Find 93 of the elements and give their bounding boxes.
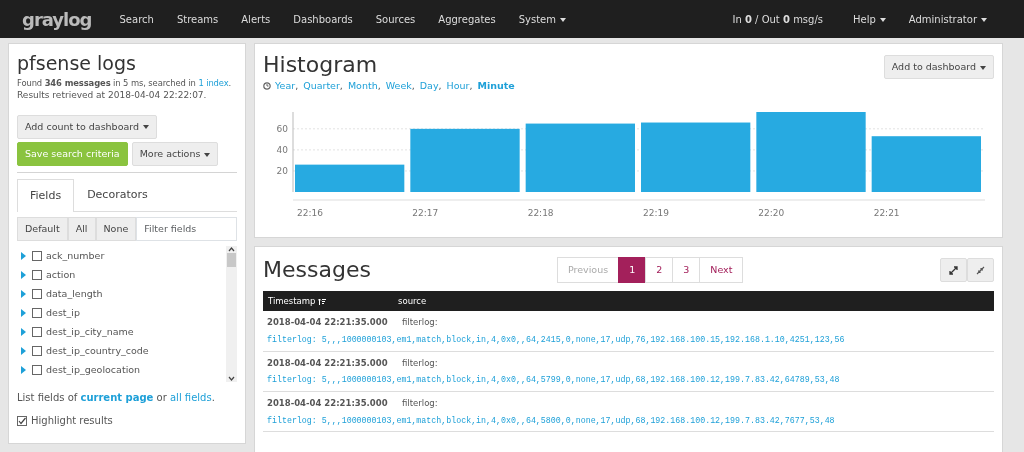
histogram-bar[interactable] (525, 123, 635, 192)
nav-link[interactable]: Search (119, 11, 154, 27)
nav-link[interactable]: Streams (176, 11, 219, 27)
tab[interactable]: Decorators (74, 179, 161, 211)
column-header[interactable]: source (398, 295, 427, 308)
nav-link[interactable]: Dashboards (293, 11, 353, 27)
separator-text: , (469, 79, 473, 94)
field-name: dest_ip_country_code (46, 343, 149, 358)
checkbox[interactable] (32, 269, 42, 280)
checkbox[interactable] (32, 345, 42, 356)
checkbox[interactable] (32, 288, 42, 299)
x-tick-label: 22:20 (758, 207, 785, 218)
message-text: filterlog: 5,,,1000000103,em1,match,block,in,4,0x0,,64,2415,0,none,17,udp,76,192.168.100.15,192.168.1.10,4251,123,56 (267, 334, 846, 347)
messages-title: Messages (263, 257, 372, 284)
caret-icon (981, 17, 987, 22)
summary-text: Found 346 messages in 5 ms, searched in 1 index. (17, 76, 233, 90)
timestamp-text: 2018-04-04 22:21:35.000 (267, 396, 389, 410)
separator-text: , (438, 79, 442, 94)
timestamp-text: 2018-04-04 22:21:35.000 (267, 316, 389, 330)
y-tick-label: 60 (276, 123, 288, 134)
nav-link[interactable]: Alerts (241, 11, 271, 27)
x-tick-label: 22:16 (297, 207, 323, 218)
x-tick-label: 22:19 (643, 207, 669, 218)
scroll-thumb[interactable] (227, 253, 236, 268)
add-count-button[interactable]: Add count to dashboard (17, 114, 158, 140)
pagination-button[interactable]: 1 (618, 257, 647, 284)
x-tick-label: 22:21 (873, 207, 900, 218)
checkbox[interactable] (17, 415, 27, 426)
x-tick-label: 22:18 (527, 207, 554, 218)
x-tick-label: 22:17 (412, 207, 439, 218)
histogram-bar[interactable] (295, 164, 405, 192)
expand-icon[interactable] (21, 270, 26, 279)
scroll-up-icon[interactable] (228, 246, 235, 254)
pagination-button[interactable]: Next (699, 257, 744, 284)
y-tick-label: 20 (276, 165, 288, 176)
logo[interactable]: graylog (22, 5, 92, 33)
more-actions-button[interactable]: More actions (131, 142, 219, 167)
checkbox[interactable] (32, 250, 42, 261)
expand-icon[interactable] (21, 251, 26, 260)
pagination-button[interactable]: 2 (645, 257, 674, 284)
caret-icon (559, 17, 566, 22)
source-text: filterlog: (402, 356, 438, 370)
throughput-text: In 0 / Out 0 msg/s (732, 12, 823, 27)
menu-link[interactable]: Administrator (908, 11, 987, 27)
collapse-icon[interactable] (967, 258, 994, 283)
expand-icon[interactable] (21, 289, 26, 298)
filter-button[interactable]: None (95, 216, 137, 242)
separator-text: , (411, 79, 415, 94)
search-title: pfsense logs (17, 52, 137, 75)
nav-link[interactable]: Sources (375, 11, 416, 27)
histogram-bar[interactable] (641, 122, 751, 192)
checkbox[interactable] (32, 307, 42, 318)
expand-icon[interactable] (21, 308, 26, 317)
field-name: data_length (46, 286, 103, 301)
checkbox[interactable] (32, 326, 42, 337)
source-text: filterlog: (402, 316, 438, 330)
scrollbar[interactable] (226, 246, 237, 383)
histogram-title: Histogram (263, 52, 378, 79)
field-name: dest_ip_city_name (46, 324, 134, 339)
column-header[interactable]: Timestamp (263, 295, 398, 308)
expand-icon[interactable] (21, 346, 26, 355)
expand-icon[interactable] (21, 365, 26, 374)
sort-icon[interactable] (318, 297, 327, 306)
field-name: ack_number (46, 248, 105, 263)
separator-text: , (339, 79, 343, 94)
y-tick-label: 40 (276, 144, 288, 155)
checkbox[interactable] (32, 364, 42, 375)
tab[interactable]: Fields (17, 179, 75, 212)
add-to-dashboard-button[interactable]: Add to dashboard (883, 55, 994, 80)
clock-icon (263, 82, 271, 91)
highlight-label: Highlight results (31, 414, 113, 429)
source-text: filterlog: (402, 396, 438, 410)
message-text: filterlog: 5,,,1000000103,em1,match,block,in,4,0x0,,64,5800,0,none,17,udp,68,192.168.100.12,199.7.83.42,7677,53,48 (267, 414, 836, 427)
retrieved-text: Results retrieved at 2018-04-04 22:22:07. (17, 89, 208, 103)
message-text: filterlog: 5,,,1000000103,em1,match,block,in,4,0x0,,64,5799,0,none,17,udp,68,192.168.100.12,199.7.83.42,64789,53,48 (267, 374, 841, 387)
field-name: dest_ip (46, 305, 80, 320)
pagination-button[interactable]: 3 (672, 257, 701, 284)
field-name: dest_ip_geolocation (46, 362, 141, 377)
separator-text: , (377, 79, 381, 94)
caret-icon (879, 17, 886, 22)
expand-icon[interactable] (21, 327, 26, 336)
nav-link[interactable]: Aggregates (438, 11, 496, 27)
histogram-bar[interactable] (871, 135, 981, 192)
list-fields-text: List fields of current page or all fields. (17, 391, 216, 406)
nav-link[interactable]: System (518, 11, 566, 27)
scroll-down-icon[interactable] (228, 375, 235, 383)
timestamp-text: 2018-04-04 22:21:35.000 (267, 356, 389, 370)
filter-button[interactable]: All (67, 216, 96, 242)
menu-link[interactable]: Help (853, 11, 886, 27)
separator-text: , (295, 79, 299, 94)
field-name: action (46, 267, 76, 282)
filter-input[interactable]: Filter fields (136, 216, 237, 242)
filter-button[interactable]: Default (17, 216, 68, 242)
